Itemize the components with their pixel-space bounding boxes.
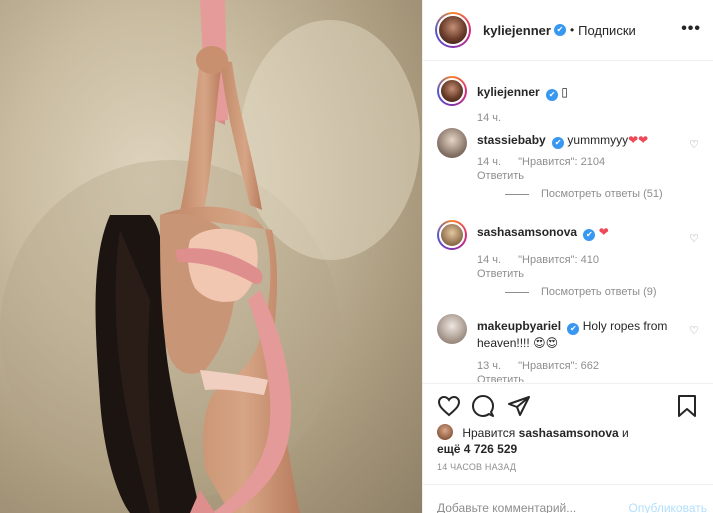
comment-time: 13 ч. <box>477 360 502 372</box>
view-replies-button[interactable]: Посмотреть ответы (51) <box>505 188 663 200</box>
comment-likes[interactable]: "Нравится": 410 <box>518 254 599 266</box>
verified-icon: ✔ <box>552 137 565 149</box>
comment-text: yummmyyy <box>567 133 629 147</box>
verified-icon: ✔ <box>553 24 566 36</box>
reply-button[interactable]: Ответить <box>477 170 524 182</box>
commenter-avatar[interactable] <box>437 220 467 250</box>
commenter-avatar[interactable] <box>437 314 467 344</box>
add-comment-bar: Добавьте комментарий... Опубликовать <box>423 484 713 513</box>
heart-icon[interactable] <box>437 394 461 418</box>
likes-prefix: Нравится <box>462 426 516 440</box>
reply-button[interactable]: Ответить <box>477 374 524 382</box>
heart-emoji: ❤ <box>598 225 609 239</box>
photo-illustration <box>0 0 420 513</box>
caption-username[interactable]: kyliejenner <box>477 85 540 99</box>
comment-icon[interactable] <box>471 394 495 418</box>
verified-icon: ✔ <box>567 323 580 335</box>
post-photo[interactable] <box>0 0 422 513</box>
bookmark-icon[interactable] <box>675 394 699 418</box>
like-comment-heart-icon[interactable]: ♡ <box>689 324 699 337</box>
likes-summary[interactable]: Нравится sashasamsonova и ещё 4 726 529 <box>437 424 699 457</box>
separator-dot: • <box>569 23 575 37</box>
liker-username[interactable]: sashasamsonova <box>519 426 619 440</box>
like-comment-heart-icon[interactable]: ♡ <box>689 138 699 151</box>
emoji: 😍😍 <box>533 336 559 350</box>
caption-avatar[interactable] <box>437 76 467 106</box>
action-bar <box>423 383 713 427</box>
comment-likes[interactable]: "Нравится": 2104 <box>518 156 605 168</box>
author-avatar[interactable] <box>435 12 471 48</box>
caption-text: ▯ <box>561 85 568 99</box>
share-icon[interactable] <box>507 394 531 418</box>
heart-emoji: ❤❤ <box>628 133 649 147</box>
comment-time: 14 ч. <box>477 254 502 266</box>
liker-avatar <box>437 424 453 440</box>
commenter-avatar[interactable] <box>437 128 467 158</box>
like-comment-heart-icon[interactable]: ♡ <box>689 232 699 245</box>
verified-icon: ✔ <box>583 229 596 241</box>
verified-icon: ✔ <box>546 89 559 101</box>
comments-list[interactable]: kyliejenner ✔ ▯ 14 ч. stassiebaby ✔ yumm… <box>423 62 713 382</box>
side-panel: kyliejenner ✔ • Подписки ••• kyliejenner… <box>422 0 713 513</box>
publish-button[interactable]: Опубликовать <box>629 501 707 513</box>
author-username[interactable]: kyliejenner <box>483 23 551 38</box>
comment-time: 14 ч. <box>477 156 502 168</box>
likes-connector: и <box>622 426 629 440</box>
caption-time: 14 ч. <box>477 112 502 124</box>
comment-likes[interactable]: "Нравится": 662 <box>518 360 599 372</box>
more-icon[interactable]: ••• <box>681 20 701 38</box>
comment-username[interactable]: stassiebaby <box>477 133 546 147</box>
reply-button[interactable]: Ответить <box>477 268 524 280</box>
comment-username[interactable]: sashasamsonova <box>477 225 577 239</box>
post-modal: kyliejenner ✔ • Подписки ••• kyliejenner… <box>0 0 713 513</box>
view-replies-button[interactable]: Посмотреть ответы (9) <box>505 286 657 298</box>
comment-input[interactable]: Добавьте комментарий... <box>437 501 576 513</box>
following-button[interactable]: Подписки <box>578 23 636 38</box>
post-timestamp: 14 ЧАСОВ НАЗАД <box>437 462 517 472</box>
post-header: kyliejenner ✔ • Подписки ••• <box>423 0 713 61</box>
comment-username[interactable]: makeupbyariel <box>477 319 561 333</box>
likes-count[interactable]: ещё 4 726 529 <box>437 442 517 456</box>
